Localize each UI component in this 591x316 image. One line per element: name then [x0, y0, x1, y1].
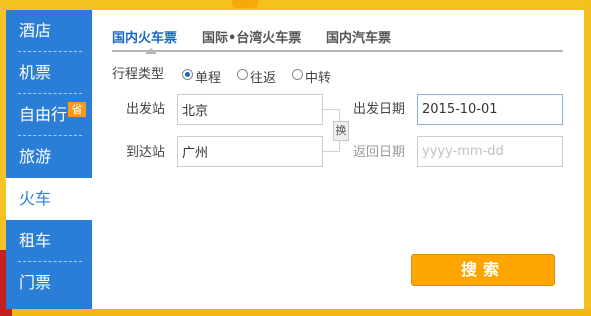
swap-connector-top [323, 109, 340, 121]
sidebar-item-tours[interactable]: 旅游 [6, 136, 92, 178]
swap-connector-bottom [323, 141, 340, 152]
background-decoration [232, 0, 258, 8]
sidebar-item-flights[interactable]: 机票 [6, 52, 92, 94]
sidebar-item-train[interactable]: 火车 [6, 178, 92, 220]
sidebar-item-label: 自由行 [19, 105, 68, 124]
arrival-station-input[interactable] [177, 136, 323, 167]
arrival-station-label: 到达站 [126, 145, 166, 160]
sidebar-item-hotel[interactable]: 酒店 [6, 10, 92, 52]
sidebar-item-car-rental[interactable]: 租车 [6, 220, 92, 262]
departure-date-input[interactable] [417, 94, 563, 125]
ticket-type-tabs: 国内火车票 国际•台湾火车票 国内汽车票 [112, 30, 563, 52]
sidebar-item-tickets[interactable]: 门票 [6, 262, 92, 304]
sidebar-item-free-travel[interactable]: 自由行 省 [6, 94, 92, 136]
sidebar-item-label: 门票 [19, 273, 52, 292]
tab-international-train[interactable]: 国际•台湾火车票 [202, 30, 301, 48]
sidebar-item-label: 租车 [19, 231, 52, 250]
active-tab-indicator [145, 48, 157, 54]
return-date-label: 返回日期 [353, 145, 406, 160]
sidebar-item-label: 火车 [19, 189, 52, 208]
category-sidebar: 酒店 机票 自由行 省 旅游 火车 租车 门票 [6, 10, 92, 309]
departure-date-label: 出发日期 [353, 102, 406, 117]
radio-selected-icon [182, 69, 193, 80]
search-button[interactable]: 搜索 [411, 254, 555, 286]
tab-domestic-train[interactable]: 国内火车票 [112, 30, 177, 48]
radio-icon [292, 69, 303, 80]
departure-station-label: 出发站 [126, 102, 166, 117]
background-right [584, 0, 591, 316]
savings-badge: 省 [68, 102, 86, 117]
sidebar-item-label: 旅游 [19, 147, 52, 166]
swap-stations-button[interactable]: 换 [333, 121, 349, 141]
trip-type-label: 行程类型 [112, 67, 165, 82]
background-bottom [0, 309, 591, 316]
sidebar-item-label: 酒店 [19, 21, 52, 40]
radio-icon [237, 69, 248, 80]
departure-station-input[interactable] [177, 94, 323, 125]
tab-domestic-bus[interactable]: 国内汽车票 [326, 30, 391, 48]
sidebar-item-label: 机票 [19, 63, 52, 82]
return-date-input[interactable] [417, 136, 563, 167]
background-top [0, 0, 591, 10]
